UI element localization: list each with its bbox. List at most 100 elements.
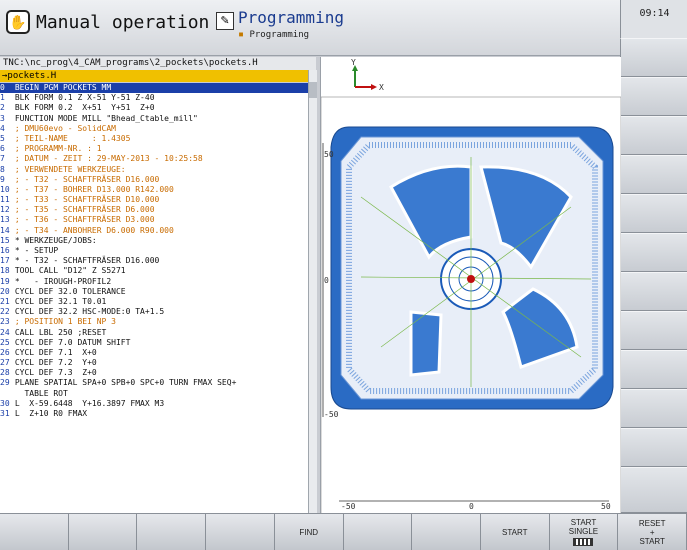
vertical-softkey-2[interactable] <box>620 77 687 116</box>
vertical-softkey-4[interactable] <box>620 155 687 194</box>
find-softkey[interactable]: FIND <box>274 513 344 550</box>
line-number: 13 <box>0 215 10 225</box>
code-line[interactable]: 13 ; - T36 - SCHAFTFRÄSER D3.000 <box>0 215 308 225</box>
line-number: 28 <box>0 368 10 378</box>
code-line[interactable]: 3 FUNCTION MODE MILL "Bhead_Ctable_mill" <box>0 114 308 124</box>
code-line[interactable]: 29 PLANE SPATIAL SPA+0 SPB+0 SPC+0 TURN … <box>0 378 308 388</box>
code-line[interactable]: 11 ; - T33 - SCHAFTFRÄSER D10.000 <box>0 195 308 205</box>
vertical-softkey-9[interactable] <box>620 350 687 389</box>
softkey-1[interactable] <box>0 513 69 550</box>
axis-y-label: Y <box>351 58 356 67</box>
line-text: ; DATUM - ZEIT : 29-MAY-2013 - 10:25:58 <box>14 154 203 164</box>
code-line[interactable]: 31 L Z+10 R0 FMAX <box>0 409 308 419</box>
line-text: CYCL DEF 32.2 HSC-MODE:0 TA+1.5 <box>14 307 165 317</box>
editor-scrollbar[interactable] <box>308 70 317 513</box>
code-line[interactable]: 19 * - IROUGH-PROFIL2 <box>0 277 308 287</box>
code-line[interactable]: 22 CYCL DEF 32.2 HSC-MODE:0 TA+1.5 <box>0 307 308 317</box>
manual-operation-title[interactable]: Manual operation <box>36 12 209 33</box>
header-bar: ✋ Manual operation ✎ Programming ▪ Progr… <box>0 0 620 56</box>
code-line[interactable]: 14 ; - T34 - ANBOHRER D6.000 R90.000 <box>0 226 308 236</box>
scale-mid: 0 <box>469 502 474 511</box>
code-line[interactable]: 16 * - SETUP <box>0 246 308 256</box>
line-number: 5 <box>0 133 5 143</box>
code-line[interactable]: 20 CYCL DEF 32.0 TOLERANCE <box>0 287 308 297</box>
start-single-label: START SINGLE <box>568 518 599 536</box>
code-line[interactable]: 24 CALL LBL 250 ;RESET <box>0 328 308 338</box>
line-text: BLK FORM 0.2 X+51 Y+51 Z+0 <box>14 103 155 113</box>
code-line[interactable]: 6 ; PROGRAMM-NR. : 1 <box>0 144 308 154</box>
programming-subtitle: ▪ Programming <box>238 29 309 40</box>
program-graphic[interactable]: Y X -50 0 50 50 0 -50 <box>320 57 622 518</box>
line-number: 3 <box>0 113 5 123</box>
softkey-3[interactable] <box>137 513 207 550</box>
mode-area[interactable]: ✋ Manual operation <box>6 10 209 34</box>
vertical-softkey-6[interactable] <box>620 233 687 272</box>
line-text: * - T32 - SCHAFTFRÄSER D16.000 <box>14 256 160 266</box>
vertical-softkey-8[interactable] <box>620 311 687 350</box>
code-line[interactable]: TABLE ROT <box>0 389 308 399</box>
code-line[interactable]: 18 TOOL CALL "D12" Z S5271 <box>0 266 308 276</box>
code-line[interactable]: 9 ; - T32 - SCHAFTFRÄSER D16.000 <box>0 175 308 185</box>
line-number: 19 <box>0 276 10 286</box>
line-number: 8 <box>0 164 5 174</box>
code-line[interactable]: 23 ; POSITION 1 BEI NP 3 <box>0 317 308 327</box>
code-line[interactable]: 26 CYCL DEF 7.1 X+0 <box>0 348 308 358</box>
code-line[interactable]: 27 CYCL DEF 7.2 Y+0 <box>0 358 308 368</box>
programming-title[interactable]: Programming <box>238 8 344 27</box>
line-number: 18 <box>0 266 10 276</box>
line-text: ; - T36 - SCHAFTFRÄSER D3.000 <box>14 215 155 225</box>
start-single-softkey[interactable]: START SINGLE <box>549 513 619 550</box>
line-number: 14 <box>0 225 10 235</box>
code-line[interactable]: 10 ; - T37 - BOHRER D13.000 R142.000 <box>0 185 308 195</box>
softkey-2[interactable] <box>68 513 138 550</box>
axis-x-label: X <box>379 83 384 92</box>
code-line[interactable]: 17 * - T32 - SCHAFTFRÄSER D16.000 <box>0 256 308 266</box>
start-softkey[interactable]: START <box>480 513 550 550</box>
line-number: 9 <box>0 174 5 184</box>
code-line[interactable]: 5 ; TEIL-NAME : 1.4305 <box>0 134 308 144</box>
code-line[interactable]: 2 BLK FORM 0.2 X+51 Y+51 Z+0 <box>0 103 308 113</box>
programming-subtitle-text: Programming <box>249 30 310 40</box>
vertical-softkey-3[interactable] <box>620 116 687 155</box>
softkey-4[interactable] <box>206 513 275 550</box>
line-text: CYCL DEF 7.3 Z+0 <box>14 368 97 378</box>
vertical-softkey-5[interactable] <box>620 194 687 233</box>
code-line[interactable]: 4 ; DMU60evo - SolidCAM <box>0 124 308 134</box>
line-text: CALL LBL 250 ;RESET <box>14 327 107 337</box>
code-line[interactable]: 30 L X-59.6448 Y+16.3897 FMAX M3 <box>0 399 308 409</box>
vertical-softkey-7[interactable] <box>620 272 687 311</box>
vertical-softkey-12[interactable] <box>620 467 687 513</box>
line-number: 2 <box>0 103 5 113</box>
vertical-softkey-10[interactable] <box>620 389 687 428</box>
vertical-softkey-11[interactable] <box>620 428 687 467</box>
line-text: ; POSITION 1 BEI NP 3 <box>14 317 116 327</box>
scrollbar-thumb[interactable] <box>309 82 317 98</box>
pocket-graphic-svg: Y X -50 0 50 50 0 -50 <box>320 58 622 518</box>
vertical-softkey-1[interactable] <box>620 38 687 77</box>
line-text: TOOL CALL "D12" Z S5271 <box>14 266 126 276</box>
line-text: ; TEIL-NAME : 1.4305 <box>14 133 131 143</box>
code-line[interactable]: 12 ; - T35 - SCHAFTFRÄSER D6.000 <box>0 205 308 215</box>
side-top: 50 <box>324 150 334 159</box>
line-text: * - SETUP <box>14 246 59 255</box>
line-text: ; PROGRAMM-NR. : 1 <box>14 144 102 154</box>
softkey-bar: FIND START START SINGLE RESET + START <box>0 513 687 550</box>
line-number: 23 <box>0 317 10 327</box>
line-number: 25 <box>0 337 10 347</box>
single-block-icon <box>573 538 594 546</box>
code-line[interactable]: 8 ; VERWENDETE WERKZEUGE: <box>0 165 308 175</box>
code-line[interactable]: 25 CYCL DEF 7.0 DATUM SHIFT <box>0 338 308 348</box>
code-line[interactable]: 15 * WERKZEUGE/JOBS: <box>0 236 308 246</box>
code-line[interactable]: 1 BLK FORM 0.1 Z X-51 Y-51 Z-40 <box>0 93 308 103</box>
code-line[interactable]: 28 CYCL DEF 7.3 Z+0 <box>0 368 308 378</box>
code-line[interactable]: 21 CYCL DEF 32.1 T0.01 <box>0 297 308 307</box>
softkey-7[interactable] <box>412 513 481 550</box>
code-line[interactable]: 0 BEGIN PGM POCKETS MM <box>0 83 308 94</box>
softkey-6[interactable] <box>343 513 413 550</box>
file-name-bar[interactable]: →pockets.H <box>0 70 316 82</box>
reset-start-softkey[interactable]: RESET + START <box>618 513 687 550</box>
code-line[interactable]: 7 ; DATUM - ZEIT : 29-MAY-2013 - 10:25:5… <box>0 154 308 164</box>
program-editor[interactable]: 0 BEGIN PGM POCKETS MM 1 BLK FORM 0.1 Z X… <box>0 83 308 513</box>
line-number: 12 <box>0 205 10 215</box>
line-text: BLK FORM 0.1 Z X-51 Y-51 Z-40 <box>14 93 155 103</box>
